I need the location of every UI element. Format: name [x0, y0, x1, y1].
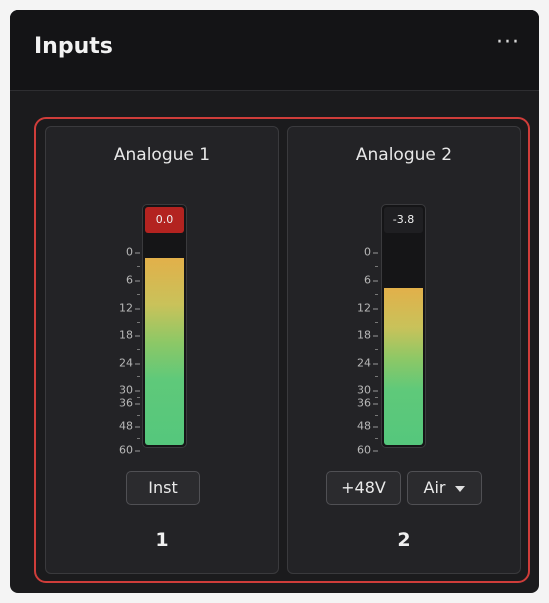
scale-tick-label: 60	[357, 444, 378, 457]
level-meter: -3.8	[381, 204, 426, 448]
scale-tick-label: 12	[119, 302, 140, 315]
peak-indicator[interactable]: 0.0	[145, 207, 184, 233]
more-options-icon[interactable]: ···	[493, 28, 523, 58]
scale-minor-tick	[137, 415, 140, 416]
scale-tick-label: 36	[119, 397, 140, 410]
scale-tick-label: 60	[119, 444, 140, 457]
scale-tick-label: 30	[119, 384, 140, 397]
inst-button[interactable]: Inst	[126, 471, 200, 505]
peak-indicator[interactable]: -3.8	[384, 207, 423, 233]
scale-minor-tick	[375, 376, 378, 377]
chevron-down-icon	[455, 485, 466, 492]
level-meter: 0.0	[142, 204, 187, 448]
scale-tick-label: 12	[357, 302, 378, 315]
air-select-label: Air	[423, 478, 446, 497]
scale-minor-tick	[137, 349, 140, 350]
phantom-power-button[interactable]: +48V	[326, 471, 401, 505]
scale-minor-tick	[375, 415, 378, 416]
level-bar	[384, 288, 423, 445]
page-title: Inputs	[34, 34, 113, 59]
scale-minor-tick	[375, 397, 378, 398]
air-select[interactable]: Air	[407, 471, 482, 505]
scale-tick-label: 18	[119, 329, 140, 342]
scale-minor-tick	[375, 438, 378, 439]
scale-minor-tick	[137, 438, 140, 439]
channel-analogue-1[interactable]: Analogue 1 0 6 12 18 24 30 36 48 60 0.0 Inst 1	[45, 126, 279, 574]
level-scale: 0 6 12 18 24 30 36 48 60	[104, 220, 140, 468]
scale-tick-label: 6	[126, 274, 140, 287]
channel-name: Analogue 2	[355, 145, 453, 165]
scale-minor-tick	[375, 349, 378, 350]
scale-tick-label: 18	[357, 329, 378, 342]
level-scale: 0 6 12 18 24 30 36 48 60	[342, 220, 378, 468]
scale-minor-tick	[375, 322, 378, 323]
scale-tick-label: 6	[364, 274, 378, 287]
scale-minor-tick	[137, 376, 140, 377]
scale-tick-label: 24	[119, 357, 140, 370]
scale-minor-tick	[375, 266, 378, 267]
selected-input-group: Analogue 1 0 6 12 18 24 30 36 48 60 0.0 Inst 1 A…	[34, 117, 530, 583]
inputs-panel: Inputs ··· Analogue 1 0 6 12 18 24 30 36 48 60 0…	[10, 10, 539, 593]
channel-number: 2	[397, 529, 411, 551]
channel-number: 1	[155, 529, 169, 551]
scale-minor-tick	[375, 294, 378, 295]
scale-minor-tick	[137, 322, 140, 323]
scale-minor-tick	[137, 397, 140, 398]
scale-minor-tick	[137, 294, 140, 295]
scale-minor-tick	[137, 266, 140, 267]
scale-tick-label: 48	[357, 420, 378, 433]
scale-tick-label: 30	[357, 384, 378, 397]
level-bar	[145, 258, 184, 445]
panel-header: Inputs ···	[10, 10, 539, 91]
scale-tick-label: 0	[126, 246, 140, 259]
scale-tick-label: 24	[357, 357, 378, 370]
scale-tick-label: 48	[119, 420, 140, 433]
channel-name: Analogue 1	[113, 145, 211, 165]
scale-tick-label: 0	[364, 246, 378, 259]
channel-analogue-2[interactable]: Analogue 2 0 6 12 18 24 30 36 48 60 -3.8 +48V Ai…	[287, 126, 521, 574]
scale-tick-label: 36	[357, 397, 378, 410]
